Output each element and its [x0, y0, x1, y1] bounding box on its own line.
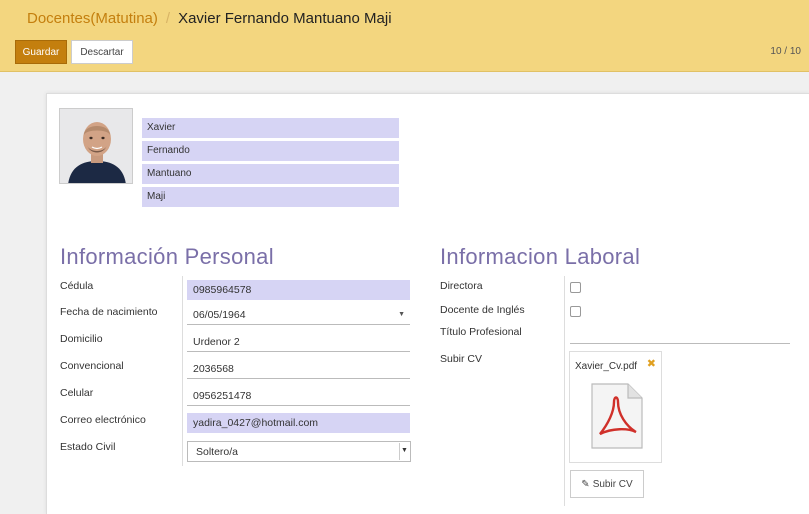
personal-info-title: Información Personal: [60, 244, 274, 269]
personal-divider: [182, 276, 183, 466]
civil-status-select[interactable]: Soltero/a ▼: [187, 441, 411, 462]
email-field[interactable]: yadira_0427@hotmail.com: [187, 413, 410, 433]
mobile-field[interactable]: 0956251478: [187, 386, 410, 406]
control-panel: Docentes(Matutina) / Xavier Fernando Mantu…: [0, 0, 809, 72]
second-name-field[interactable]: Fernando: [142, 141, 399, 161]
dropdown-caret-icon[interactable]: ▼: [398, 311, 405, 318]
address-field[interactable]: Urdenor 2: [187, 332, 410, 352]
avatar-image: [60, 109, 132, 183]
civil-status-label: Estado Civil: [60, 441, 116, 453]
cedula-label: Cédula: [60, 280, 94, 292]
cv-filename[interactable]: Xavier_Cv.pdf: [575, 361, 637, 372]
save-button[interactable]: Guardar: [15, 40, 67, 64]
work-info-title: Informacion Laboral: [440, 244, 641, 269]
degree-field[interactable]: [570, 343, 790, 344]
birth-date-value: 06/05/1964: [193, 309, 246, 321]
first-surname-field[interactable]: Mantuano: [142, 164, 399, 184]
breadcrumb-parent-link[interactable]: Docentes(Matutina): [27, 10, 158, 27]
paperclip-icon: ✎: [581, 478, 590, 490]
address-label: Domicilio: [60, 333, 103, 345]
cv-label: Subir CV: [440, 353, 483, 365]
landline-field[interactable]: 2036568: [187, 359, 410, 379]
email-label: Correo electrónico: [60, 414, 146, 426]
pager-counter[interactable]: 10 / 10: [770, 46, 801, 57]
director-checkbox[interactable]: [570, 282, 581, 293]
breadcrumb-separator: /: [165, 10, 171, 27]
select-arrow-icon[interactable]: ▼: [399, 443, 409, 460]
second-surname-field[interactable]: Maji: [142, 187, 399, 207]
pdf-file-icon: [591, 383, 643, 449]
breadcrumb: Docentes(Matutina) / Xavier Fernando Mantu…: [27, 10, 392, 27]
english-teacher-checkbox[interactable]: [570, 306, 581, 317]
remove-icon[interactable]: ✖: [647, 357, 656, 370]
landline-label: Convencional: [60, 360, 124, 372]
work-divider: [564, 276, 565, 506]
upload-cv-button[interactable]: ✎ Subir CV: [570, 470, 644, 498]
birth-date-field[interactable]: 06/05/1964 ▼: [187, 305, 410, 325]
mobile-label: Celular: [60, 387, 94, 399]
upload-cv-label: Subir CV: [592, 478, 633, 490]
birth-date-label: Fecha de nacimiento: [60, 306, 158, 318]
director-label: Directora: [440, 280, 483, 292]
degree-label: Título Profesional: [440, 326, 522, 338]
cedula-field[interactable]: 0985964578: [187, 280, 410, 300]
discard-button[interactable]: Descartar: [71, 40, 133, 64]
cv-attachment[interactable]: Xavier_Cv.pdf ✖: [569, 351, 662, 463]
breadcrumb-current: Xavier Fernando Mantuano Maji: [178, 10, 392, 27]
civil-status-value: Soltero/a: [196, 446, 239, 458]
english-teacher-label: Docente de Inglés: [440, 304, 525, 316]
first-name-field[interactable]: Xavier: [142, 118, 399, 138]
avatar[interactable]: [59, 108, 133, 184]
